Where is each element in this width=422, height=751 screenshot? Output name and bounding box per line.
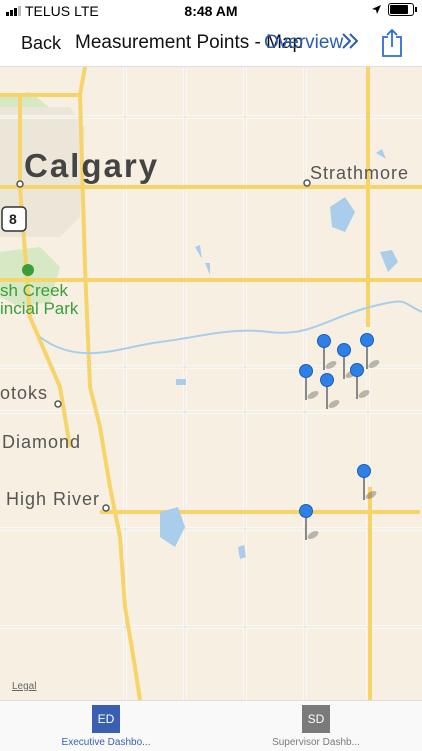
chevron-double-right-icon[interactable] <box>340 30 360 52</box>
map-label-high-river: High River <box>6 489 101 509</box>
map-label-strathmore: Strathmore <box>310 163 410 183</box>
map-pin[interactable] <box>357 464 378 504</box>
battery-icon <box>388 3 417 16</box>
map-label-diamond: Diamond <box>2 432 82 452</box>
tab-executive-dashboard[interactable]: ED Executive Dashbo... <box>36 705 176 748</box>
overview-button[interactable]: Overview <box>264 32 343 54</box>
map-label-park-line2: incial Park <box>0 299 79 318</box>
map-pin[interactable] <box>317 334 338 374</box>
map-pin[interactable] <box>299 504 320 544</box>
map-pin[interactable] <box>320 373 341 413</box>
tab-icon-sd: SD <box>302 705 330 733</box>
share-icon[interactable] <box>380 28 404 58</box>
tab-label: Executive Dashbo... <box>61 737 151 748</box>
back-button[interactable]: Back <box>21 33 61 54</box>
status-time: 8:48 AM <box>184 3 238 19</box>
legal-link[interactable]: Legal <box>12 681 36 692</box>
map-label-park-line1: sh Creek <box>0 281 69 300</box>
navigation-bar: Back Measurement Points - Map Overview <box>0 22 422 67</box>
status-bar: TELUS LTE 8:48 AM <box>0 0 422 22</box>
map-pin[interactable] <box>299 364 320 404</box>
highway-shield-label: 8 <box>9 211 18 227</box>
map-pin[interactable] <box>337 343 358 383</box>
tab-supervisor-dashboard[interactable]: SD Supervisor Dashb... <box>246 705 386 748</box>
map-pin[interactable] <box>350 363 371 403</box>
status-right <box>371 3 417 16</box>
tab-label: Supervisor Dashb... <box>272 737 360 748</box>
tab-bar: ED Executive Dashbo... SD Supervisor Das… <box>0 700 422 751</box>
map-view[interactable]: Calgary Strathmore 8 sh Creek incial Par… <box>0 67 422 700</box>
location-arrow-icon <box>372 5 381 14</box>
map-label-okotoks: otoks <box>0 383 49 403</box>
map-label-calgary: Calgary <box>24 147 160 184</box>
tab-icon-ed: ED <box>92 705 120 733</box>
